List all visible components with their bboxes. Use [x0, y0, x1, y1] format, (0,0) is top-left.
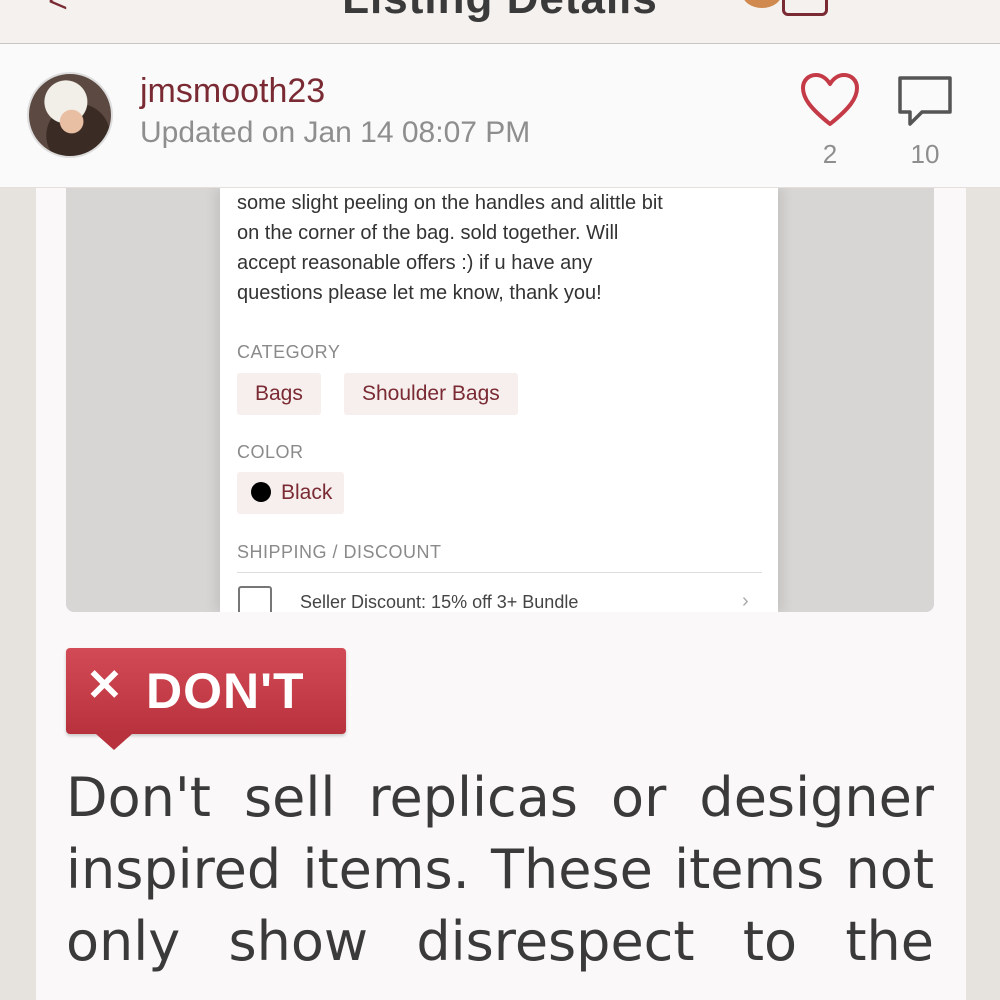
avatar[interactable] [27, 72, 113, 158]
description-line: on the corner of the bag. sold together.… [237, 222, 619, 244]
listing-panel: some slight peeling on the handles and a… [220, 188, 778, 612]
close-icon: ✕ [86, 661, 123, 710]
shipping-label: SHIPPING / DISCOUNT [237, 542, 442, 562]
listing-header: jmsmooth23 Updated on Jan 14 08:07 PM 2 … [0, 44, 1000, 188]
description-line: some slight peeling on the handles and a… [237, 192, 663, 214]
description-line: questions please let me know, thank you! [237, 282, 602, 304]
discount-tag-icon [238, 586, 272, 612]
color-label: COLOR [237, 442, 304, 462]
category-chip-bags[interactable]: Bags [237, 373, 321, 415]
dont-badge: ✕ DON'T [66, 648, 346, 750]
heart-icon[interactable] [800, 72, 860, 128]
divider [237, 572, 762, 573]
like-count: 2 [822, 139, 838, 169]
color-value: Black [281, 481, 333, 504]
category-chip-shoulder-bags[interactable]: Shoulder Bags [344, 373, 518, 415]
color-chip[interactable]: Black [237, 472, 345, 514]
paragraph-line: Don't sell replicas or designer [66, 766, 934, 829]
color-swatch [251, 482, 271, 502]
chevron-right-icon: › [742, 590, 749, 612]
page-title: Listing Details [0, 0, 1000, 24]
category-label: CATEGORY [237, 342, 341, 362]
comment-icon[interactable] [896, 74, 954, 132]
listing-screenshot: some slight peeling on the handles and a… [66, 188, 934, 612]
shopping-bag-icon[interactable] [782, 0, 828, 16]
paragraph-line: inspired items. These items not [66, 838, 934, 901]
updated-timestamp: Updated on Jan 14 08:07 PM [140, 116, 531, 149]
username[interactable]: jmsmooth23 [140, 72, 325, 111]
comment-count: 10 [910, 139, 940, 169]
listing-description: some slight peeling on the handles and a… [237, 188, 767, 308]
description-line: accept reasonable offers :) if u have an… [237, 252, 593, 274]
top-nav: < Listing Details [0, 0, 1000, 44]
paragraph-line: only show disrespect to the [66, 910, 934, 973]
article-paragraph: Don't sell replicas or designer inspired… [66, 762, 934, 978]
dont-label: DON'T [146, 663, 305, 719]
seller-discount[interactable]: Seller Discount: 15% off 3+ Bundle [300, 592, 578, 612]
